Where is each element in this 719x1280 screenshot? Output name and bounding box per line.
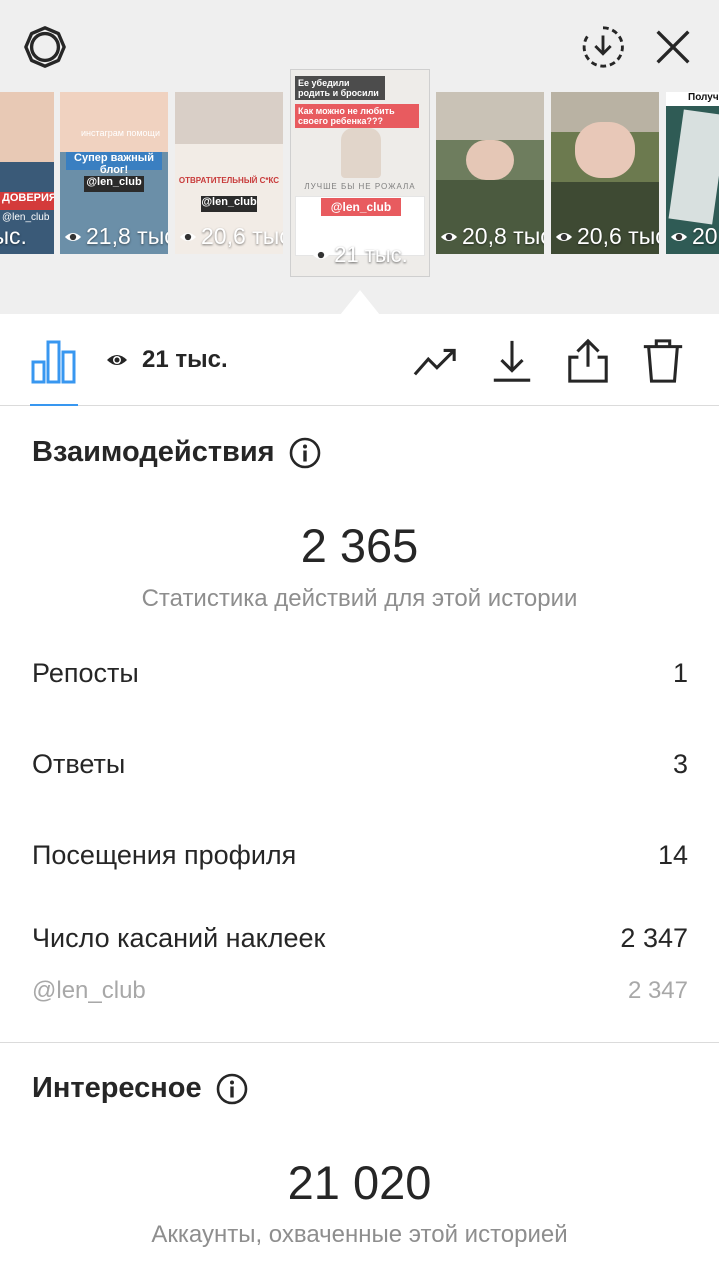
discovery-caption: Аккаунты, охваченные этой историей xyxy=(151,1221,568,1248)
story-views-label: 20,6 тыс. xyxy=(577,223,659,249)
story-photo xyxy=(60,92,168,152)
bar-chart-icon[interactable] xyxy=(30,336,78,384)
info-icon[interactable] xyxy=(216,1073,248,1105)
story-thumbnail[interactable]: 20,8 тыс. xyxy=(436,92,544,254)
story-thumbnail[interactable]: инстаграм помощи Супер важный блог! @len… xyxy=(60,92,168,254)
eye-icon xyxy=(64,232,82,241)
current-story-thumbnail[interactable]: Ее убедили родить и бросили Как можно не… xyxy=(291,70,429,276)
story-face xyxy=(575,122,635,178)
eye-icon xyxy=(440,232,458,241)
eye-icon xyxy=(555,232,573,241)
close-icon xyxy=(656,30,690,64)
story-views-label: 20, xyxy=(692,223,719,249)
interactions-caption: Статистика действий для этой истории xyxy=(141,585,578,612)
story-caption: Супер важный блог! xyxy=(66,152,162,176)
section-divider xyxy=(0,1042,719,1043)
metric-value: 1 xyxy=(672,658,688,688)
interactions-section-title: Взаимодействия xyxy=(32,436,321,469)
story-sticker: @len_club xyxy=(201,196,257,212)
story-caption: ОТВРАТИТЕЛЬНЫЙ С*КС xyxy=(178,176,280,185)
metric-label: Посещения профиля xyxy=(32,840,297,870)
interactions-title: Взаимодействия xyxy=(32,436,275,468)
story-views: 21,8 тыс. xyxy=(64,223,168,250)
story-thumbnail[interactable]: ОТВРАТИТЕЛЬНЫЙ С*КС @len_club 20,6 тыс. xyxy=(175,92,283,254)
current-story-views: 21 тыс. xyxy=(291,242,429,268)
discovery-section-title: Интересное xyxy=(32,1072,248,1105)
story-views-label: 20,6 тыс. xyxy=(201,223,283,249)
share-icon xyxy=(568,338,608,383)
delete-button[interactable] xyxy=(638,336,688,386)
story-views: 20,6 тыс. xyxy=(179,223,283,250)
eye-icon xyxy=(670,232,688,241)
eye-icon xyxy=(107,355,127,365)
settings-button[interactable] xyxy=(20,22,70,72)
story-thumbnail[interactable]: Получ 20, xyxy=(666,92,719,254)
interactions-total: 2 365 xyxy=(300,519,419,572)
info-icon[interactable] xyxy=(289,437,321,469)
metric-value: 3 xyxy=(672,749,688,779)
eye-icon xyxy=(179,232,197,241)
share-button[interactable] xyxy=(563,336,613,386)
story-photo xyxy=(175,92,283,144)
story-thumbnail[interactable]: 20,6 тыс. xyxy=(551,92,659,254)
metric-row-sticker-taps: Число касаний наклеек 2 347 xyxy=(32,923,688,954)
story-photo xyxy=(436,92,544,140)
eye-icon xyxy=(313,250,330,260)
metric-sub-label: @len_club xyxy=(32,977,146,1004)
views-count: 21 тыс. xyxy=(106,346,228,374)
metric-label: Ответы xyxy=(32,749,126,779)
insights-toolbar: 21 тыс. xyxy=(0,314,719,406)
story-photo xyxy=(0,92,54,162)
metric-sub-value: 2 347 xyxy=(627,977,688,1004)
metric-row-reposts: Репосты 1 xyxy=(32,658,688,689)
metric-label: Число касаний наклеек xyxy=(32,923,326,953)
download-button[interactable] xyxy=(487,336,537,386)
story-sticker: @len_club xyxy=(84,176,144,192)
story-views: 20,6 тыс. xyxy=(555,223,659,250)
metric-value: 2 347 xyxy=(620,923,688,953)
story-face xyxy=(466,140,514,180)
metric-label: Репосты xyxy=(32,658,139,688)
story-photo xyxy=(668,109,719,225)
trend-icon xyxy=(413,348,456,376)
story-views-label: 22 тыс. xyxy=(0,223,27,249)
metric-row-profile-visits: Посещения профиля 14 xyxy=(32,840,688,871)
download-icon xyxy=(493,340,531,382)
selection-caret xyxy=(340,290,380,315)
trash-icon xyxy=(643,339,683,383)
gear-icon xyxy=(24,26,66,68)
discovery-total: 21 020 xyxy=(287,1156,432,1209)
story-views: 20,8 тыс. xyxy=(440,223,544,250)
close-button[interactable] xyxy=(648,22,698,72)
metric-subrow-sticker: @len_club 2 347 xyxy=(32,977,688,1005)
story-thumbnail[interactable]: ДОВЕРИЯ! @len_club 22 тыс. xyxy=(0,92,54,254)
discovery-title: Интересное xyxy=(32,1072,202,1104)
save-story-button[interactable] xyxy=(578,22,628,72)
stories-header: ДОВЕРИЯ! @len_club 22 тыс. инстаграм пом… xyxy=(0,0,719,315)
metric-row-replies: Ответы 3 xyxy=(32,749,688,780)
metric-value: 14 xyxy=(657,840,688,870)
story-views-label: 20,8 тыс. xyxy=(462,223,544,249)
current-story-views-label: 21 тыс. xyxy=(334,242,408,267)
story-caption: Получ xyxy=(666,92,719,106)
active-tab-indicator xyxy=(30,404,78,406)
story-caption: ДОВЕРИЯ! xyxy=(0,192,54,210)
story-views: 22 тыс. xyxy=(0,223,27,250)
story-views: 20, xyxy=(670,223,719,250)
download-circle-icon xyxy=(582,26,624,68)
story-views-label: 21,8 тыс. xyxy=(86,223,168,249)
promote-button[interactable] xyxy=(410,336,460,386)
story-note: инстаграм помощи xyxy=(80,128,160,138)
views-count-label: 21 тыс. xyxy=(142,346,228,373)
